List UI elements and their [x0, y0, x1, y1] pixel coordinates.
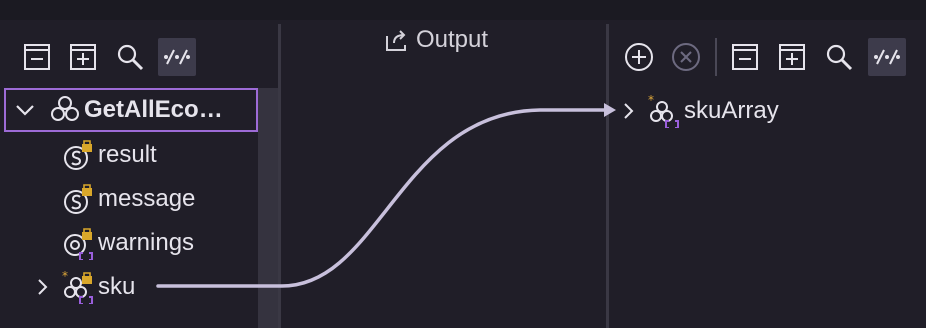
tree-item-label: warnings: [98, 229, 195, 256]
target-remove-button[interactable]: [667, 38, 705, 76]
tree-item-sku[interactable]: * sku: [34, 267, 135, 307]
source-search-button[interactable]: [111, 38, 149, 76]
add-circle-icon: [625, 43, 653, 71]
object-icon: [48, 93, 82, 127]
tree-root-label: GetAllEco…: [84, 96, 223, 123]
target-toggle-mapped-button[interactable]: [868, 38, 906, 76]
svg-text:*: *: [62, 270, 68, 283]
mapping-line[interactable]: [156, 108, 606, 288]
string-locked-icon: [62, 138, 96, 172]
tree-item-message[interactable]: message: [62, 179, 195, 219]
source-collapse-all-button[interactable]: [18, 38, 56, 76]
string-array-locked-icon: [62, 226, 96, 260]
tree-root-row[interactable]: GetAllEco…: [12, 90, 223, 130]
expand-all-icon: [779, 44, 805, 70]
top-bar: [0, 0, 926, 20]
tree-item-result[interactable]: result: [62, 135, 157, 175]
tree-item-label: result: [98, 141, 157, 168]
toggle-mapped-icon: [164, 49, 190, 65]
tree-item-warnings[interactable]: warnings: [62, 223, 194, 263]
target-item-label: skuArray: [684, 97, 779, 124]
svg-text:*: *: [648, 94, 654, 107]
tree-item-label: message: [98, 185, 196, 212]
toolbar-separator: [715, 38, 717, 76]
object-array-required-icon: *: [648, 94, 682, 128]
panel-divider-left[interactable]: [278, 24, 281, 328]
chevron-right-icon[interactable]: [620, 99, 638, 123]
source-expand-all-button[interactable]: [64, 38, 102, 76]
search-icon: [117, 44, 144, 71]
output-title-text: Output: [416, 26, 489, 53]
search-icon: [826, 44, 853, 71]
target-collapse-all-button[interactable]: [726, 38, 764, 76]
tree-item-label: sku: [98, 273, 136, 300]
toggle-mapped-icon: [874, 49, 900, 65]
chevron-right-icon[interactable]: [34, 275, 52, 299]
source-scrollbar[interactable]: [258, 88, 278, 328]
target-item-skuArray[interactable]: * skuArray: [620, 91, 779, 131]
target-search-button[interactable]: [820, 38, 858, 76]
string-locked-icon: [62, 182, 96, 216]
object-array-locked-required-icon: *: [62, 270, 96, 304]
expand-all-icon: [70, 44, 96, 70]
collapse-all-icon: [24, 44, 50, 70]
export-icon: [386, 30, 406, 51]
panel-divider-right[interactable]: [606, 24, 609, 328]
chevron-down-icon[interactable]: [12, 97, 38, 123]
output-header: Output: [384, 26, 488, 54]
remove-circle-icon: [672, 43, 700, 71]
target-add-button[interactable]: [620, 38, 658, 76]
collapse-all-icon: [732, 44, 758, 70]
source-toggle-mapped-button[interactable]: [158, 38, 196, 76]
target-expand-all-button[interactable]: [773, 38, 811, 76]
